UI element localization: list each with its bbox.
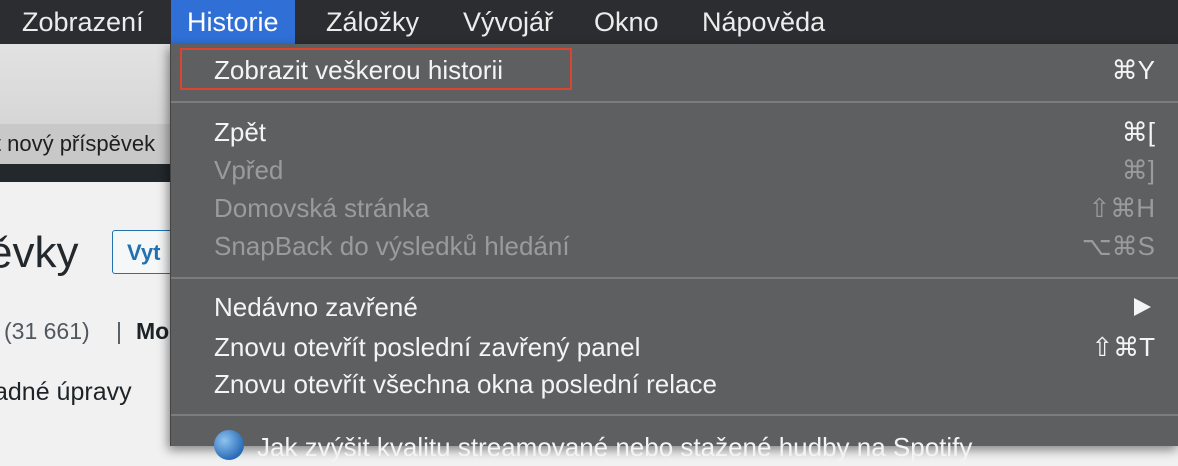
- menu-separator: [171, 277, 1178, 279]
- menu-item-recently-closed[interactable]: Nedávno zavřené: [171, 288, 1178, 326]
- menu-window[interactable]: Okno: [578, 0, 675, 44]
- submenu-arrow-icon: [1134, 298, 1151, 316]
- menu-help[interactable]: Nápověda: [686, 0, 841, 44]
- menu-item-shortcut: ⌘[: [1121, 117, 1155, 147]
- menu-item-home[interactable]: Domovská stránka ⇧⌘H: [171, 189, 1178, 227]
- menu-item-shortcut: ⌘Y: [1111, 55, 1155, 85]
- menu-item-shortcut: ⌘]: [1121, 155, 1155, 185]
- filter-mine-link[interactable]: Mo: [136, 318, 169, 345]
- menu-item-history-entry[interactable]: Jak zvýšit kvalitu streamované nebo staž…: [171, 428, 1178, 466]
- menu-history[interactable]: Historie: [171, 0, 295, 44]
- menu-view[interactable]: Zobrazení: [6, 0, 160, 44]
- menu-item-label: Nedávno zavřené: [214, 292, 418, 322]
- menu-item-label: Vpřed: [214, 155, 284, 185]
- page-title: ěvky: [0, 228, 79, 277]
- menu-item-label: Domovská stránka: [214, 193, 430, 223]
- browser-tab[interactable]: it nový příspěvek: [0, 124, 177, 164]
- menu-item-label: Zobrazit veškerou historii: [214, 55, 503, 85]
- menu-item-snapback[interactable]: SnapBack do výsledků hledání ⌥⌘S: [171, 227, 1178, 265]
- browser-tab-title: it nový příspěvek: [0, 131, 156, 156]
- menu-bookmarks[interactable]: Záložky: [310, 0, 435, 44]
- menu-item-label: Znovu otevřít poslední zavřený panel: [214, 332, 641, 362]
- menu-item-show-all-history[interactable]: Zobrazit veškerou historii ⌘Y: [171, 51, 1178, 89]
- history-menu: Zobrazit veškerou historii ⌘Y Zpět ⌘[ Vp…: [170, 44, 1178, 462]
- menu-bar: Zobrazení Historie Záložky Vývojář Okno …: [0, 0, 1178, 44]
- filter-separator: |: [116, 318, 122, 344]
- bulk-edit-label: adné úpravy: [0, 378, 132, 406]
- menu-item-back[interactable]: Zpět ⌘[: [171, 113, 1178, 151]
- menu-item-label: Znovu otevřít všechna okna poslední rela…: [214, 369, 717, 399]
- menu-item-label: SnapBack do výsledků hledání: [214, 231, 570, 261]
- menu-developer[interactable]: Vývojář: [447, 0, 569, 44]
- menu-separator: [171, 414, 1178, 416]
- menu-item-reopen-windows[interactable]: Znovu otevřít všechna okna poslední rela…: [171, 365, 1178, 403]
- menu-item-reopen-tab[interactable]: Znovu otevřít poslední zavřený panel ⇧⌘T: [171, 328, 1178, 366]
- menu-item-shortcut: ⇧⌘T: [1091, 332, 1155, 362]
- menu-item-label: Zpět: [214, 117, 267, 147]
- menu-item-forward[interactable]: Vpřed ⌘]: [171, 151, 1178, 189]
- menu-item-shortcut: ⌥⌘S: [1081, 231, 1155, 261]
- menu-item-shortcut: ⇧⌘H: [1088, 193, 1155, 223]
- menu-separator: [171, 101, 1178, 103]
- menu-item-label: Jak zvýšit kvalitu streamované nebo staž…: [257, 432, 973, 462]
- posts-count: (31 661): [4, 318, 90, 344]
